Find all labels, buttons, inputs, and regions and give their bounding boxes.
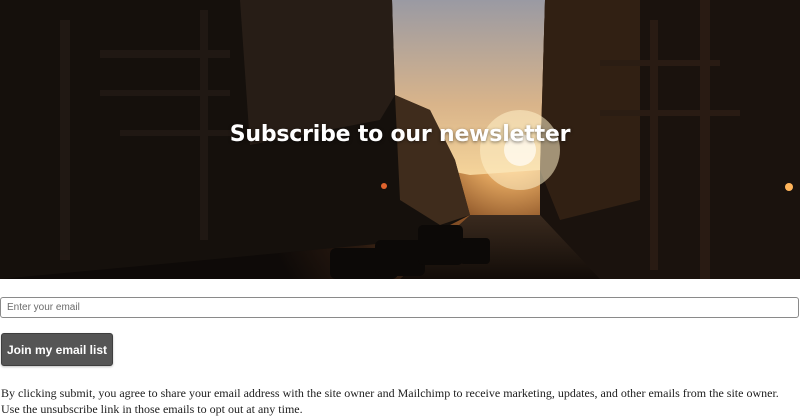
consent-disclaimer: By clicking submit, you agree to share y… [1, 386, 779, 416]
page-title: Subscribe to our newsletter [229, 122, 571, 147]
hero-banner: Subscribe to our newsletter [0, 0, 800, 279]
email-field[interactable] [0, 297, 799, 318]
join-email-list-button[interactable]: Join my email list [1, 333, 113, 366]
